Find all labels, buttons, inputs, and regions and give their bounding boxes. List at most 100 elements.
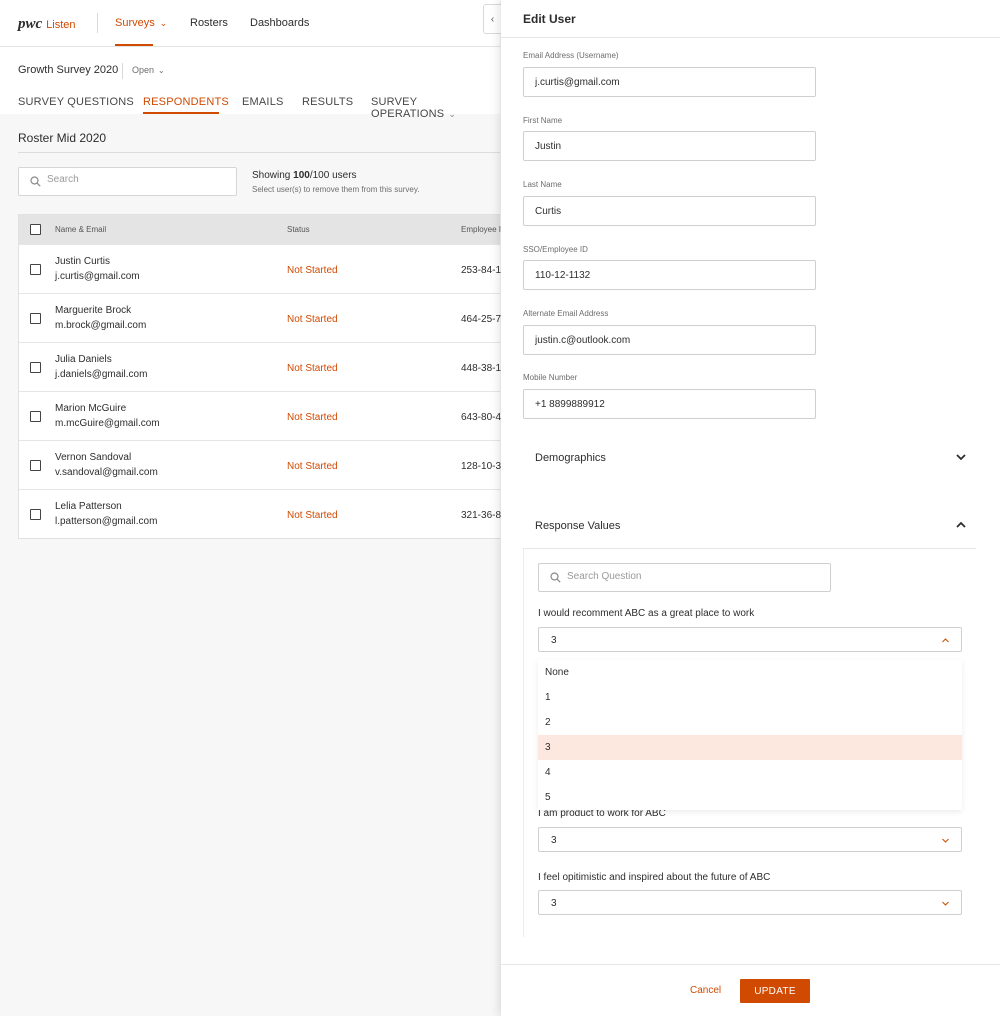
column-status[interactable]: Status bbox=[287, 225, 310, 234]
response-options-list: None 1 2 3 4 5 bbox=[538, 660, 962, 810]
response-select-value: 3 bbox=[551, 898, 557, 909]
sso-field[interactable] bbox=[523, 260, 816, 290]
row-checkbox[interactable] bbox=[30, 264, 41, 275]
user-search-box[interactable] bbox=[18, 167, 237, 196]
user-name: Julia Daniels bbox=[55, 354, 112, 365]
row-checkbox[interactable] bbox=[30, 362, 41, 373]
user-name: Vernon Sandoval bbox=[55, 452, 132, 463]
divider bbox=[523, 548, 976, 549]
email-field[interactable] bbox=[523, 67, 816, 97]
nav-rosters[interactable]: Rosters bbox=[190, 17, 228, 29]
chevron-down-icon bbox=[956, 454, 966, 461]
nav-dashboards[interactable]: Dashboards bbox=[250, 17, 309, 29]
user-name: Justin Curtis bbox=[55, 256, 111, 267]
first-name-label: First Name bbox=[523, 116, 563, 125]
sso-label: SSO/Employee ID bbox=[523, 245, 588, 254]
search-icon bbox=[550, 572, 561, 583]
row-checkbox[interactable] bbox=[30, 460, 41, 471]
option-2[interactable]: 2 bbox=[538, 710, 962, 735]
tab-respondents[interactable]: RESPONDENTS bbox=[143, 96, 229, 108]
logo-mark: pwc bbox=[18, 16, 43, 32]
user-search-input[interactable] bbox=[47, 174, 227, 185]
survey-name: Growth Survey 2020 bbox=[18, 64, 119, 76]
row-checkbox[interactable] bbox=[30, 509, 41, 520]
mobile-label: Mobile Number bbox=[523, 373, 578, 382]
option-none[interactable]: None bbox=[538, 660, 962, 685]
row-checkbox[interactable] bbox=[30, 411, 41, 422]
user-email: j.curtis@gmail.com bbox=[55, 271, 140, 282]
table-header: Name & Email Status Employee ID bbox=[19, 215, 501, 244]
survey-status-label: Open bbox=[132, 65, 155, 75]
column-name-email[interactable]: Name & Email bbox=[55, 225, 106, 234]
selection-hint: Select user(s) to remove them from this … bbox=[252, 185, 420, 194]
status-text: Not Started bbox=[287, 510, 338, 521]
response-select[interactable]: 3 bbox=[538, 627, 962, 652]
showing-count: Showing 100/100 users bbox=[252, 170, 357, 181]
update-button[interactable]: UPDATE bbox=[740, 979, 810, 1003]
first-name-field[interactable] bbox=[523, 131, 816, 161]
pwc-listen-logo[interactable]: pwc Listen bbox=[18, 16, 76, 33]
table-row[interactable]: Marion McGuire m.mcGuire@gmail.com Not S… bbox=[19, 391, 501, 440]
user-email: m.brock@gmail.com bbox=[55, 320, 147, 331]
status-text: Not Started bbox=[287, 314, 338, 325]
user-name: Lelia Patterson bbox=[55, 501, 122, 512]
last-name-field[interactable] bbox=[523, 196, 816, 226]
user-email: m.mcGuire@gmail.com bbox=[55, 418, 160, 429]
tab-survey-operations[interactable]: SURVEY OPERATIONS ⌄ bbox=[371, 96, 500, 120]
table-row[interactable]: Julia Daniels j.daniels@gmail.com Not St… bbox=[19, 342, 501, 391]
response-select-value: 3 bbox=[551, 635, 557, 646]
survey-header: Growth Survey 2020 Open ⌄ SURVEY QUESTION… bbox=[0, 47, 500, 120]
user-email: v.sandoval@gmail.com bbox=[55, 467, 158, 478]
row-checkbox[interactable] bbox=[30, 313, 41, 324]
select-all-checkbox[interactable] bbox=[30, 224, 41, 235]
option-1[interactable]: 1 bbox=[538, 685, 962, 710]
response-select[interactable]: 3 bbox=[538, 890, 962, 915]
status-text: Not Started bbox=[287, 412, 338, 423]
response-values-title: Response Values bbox=[535, 520, 621, 532]
divider bbox=[18, 152, 500, 153]
table-row[interactable]: Vernon Sandoval v.sandoval@gmail.com Not… bbox=[19, 440, 501, 489]
chevron-left-icon: ‹ bbox=[490, 13, 495, 25]
tab-emails[interactable]: EMAILS bbox=[242, 96, 284, 108]
chevron-up-icon bbox=[956, 521, 966, 528]
option-4[interactable]: 4 bbox=[538, 760, 962, 785]
demographics-accordion[interactable]: Demographics bbox=[523, 440, 976, 480]
column-employee-id[interactable]: Employee ID bbox=[461, 225, 501, 234]
cancel-button[interactable]: Cancel bbox=[690, 985, 721, 996]
nav-surveys[interactable]: Surveys ⌄ bbox=[115, 17, 167, 29]
logo-product: Listen bbox=[46, 19, 76, 31]
search-icon bbox=[30, 176, 41, 187]
panel-header: Edit User bbox=[501, 0, 1000, 38]
tab-survey-questions[interactable]: SURVEY QUESTIONS bbox=[18, 96, 134, 108]
mobile-field[interactable] bbox=[523, 389, 816, 419]
employee-id: 128-10-3 bbox=[461, 461, 501, 472]
option-3-selected[interactable]: 3 bbox=[538, 735, 962, 760]
table-row[interactable]: Justin Curtis j.curtis@gmail.com Not Sta… bbox=[19, 244, 501, 293]
response-select[interactable]: 3 bbox=[538, 827, 962, 852]
showing-number: 100 bbox=[293, 170, 310, 181]
nav-active-indicator bbox=[115, 44, 153, 46]
employee-id: 448-38-1 bbox=[461, 363, 501, 374]
question-search-input[interactable] bbox=[567, 571, 817, 582]
respondents-table: Name & Email Status Employee ID Justin C… bbox=[18, 214, 501, 539]
demographics-title: Demographics bbox=[535, 452, 606, 464]
nav-surveys-label: Surveys bbox=[115, 17, 155, 29]
alt-email-field[interactable] bbox=[523, 325, 816, 355]
survey-status-dropdown[interactable]: Open ⌄ bbox=[132, 65, 165, 75]
status-text: Not Started bbox=[287, 461, 338, 472]
nav-divider bbox=[97, 13, 98, 33]
table-row[interactable]: Lelia Patterson l.patterson@gmail.com No… bbox=[19, 489, 501, 538]
response-values-accordion[interactable]: Response Values bbox=[523, 508, 976, 548]
last-name-label: Last Name bbox=[523, 180, 562, 189]
employee-id: 253-84-1 bbox=[461, 265, 501, 276]
accordion-body-edge bbox=[523, 549, 524, 937]
user-email: j.daniels@gmail.com bbox=[55, 369, 148, 380]
table-row[interactable]: Marguerite Brock m.brock@gmail.com Not S… bbox=[19, 293, 501, 342]
employee-id: 643-80-4 bbox=[461, 412, 501, 423]
question-search-box[interactable] bbox=[538, 563, 831, 592]
employee-id: 464-25-7 bbox=[461, 314, 501, 325]
panel-collapse-button[interactable]: ‹ bbox=[483, 4, 501, 34]
option-5[interactable]: 5 bbox=[538, 785, 962, 810]
chevron-down-icon: ⌄ bbox=[448, 109, 457, 119]
tab-results[interactable]: RESULTS bbox=[302, 96, 353, 108]
